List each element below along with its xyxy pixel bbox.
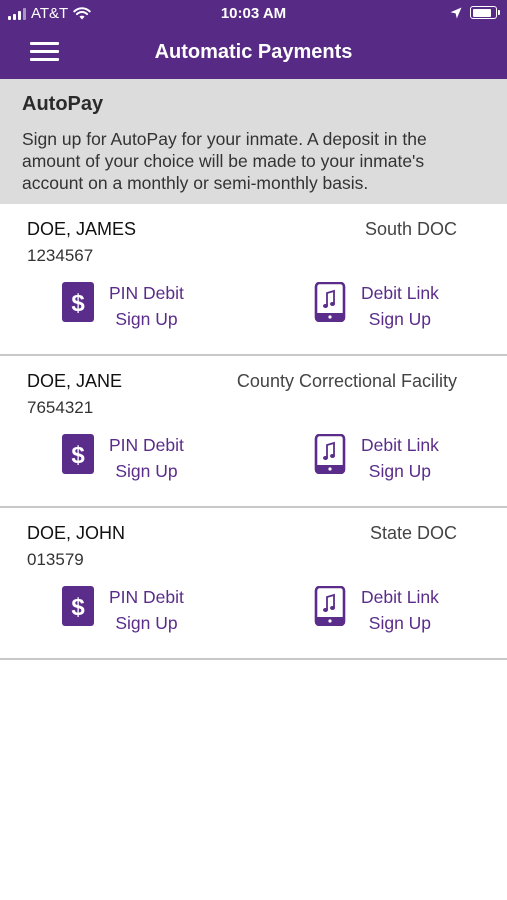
- inmate-card: DOE, JOHN State DOC 013579 $ PIN Debit S…: [0, 508, 507, 660]
- pin-debit-signup-button[interactable]: $ PIN Debit Sign Up: [62, 584, 202, 633]
- svg-text:$: $: [71, 442, 85, 469]
- phone-music-icon: [314, 586, 346, 626]
- dollar-badge-icon: $: [62, 434, 94, 474]
- pin-debit-signup-button[interactable]: $ PIN Debit Sign Up: [62, 432, 202, 481]
- dollar-badge-icon: $: [62, 282, 94, 322]
- status-bar: AT&T 10:03 AM: [0, 0, 507, 28]
- autopay-intro: AutoPay Sign up for AutoPay for your inm…: [0, 79, 507, 204]
- pin-debit-signup-button[interactable]: $ PIN Debit Sign Up: [62, 280, 202, 329]
- status-right: [450, 6, 500, 19]
- inmate-id: 7654321: [27, 398, 94, 417]
- battery-icon: [470, 6, 500, 19]
- inmate-name: DOE, JAMES: [27, 219, 137, 239]
- inmate-card: DOE, JAMES South DOC 1234567 $ PIN Debit…: [0, 204, 507, 356]
- inmate-id: 1234567: [27, 246, 94, 265]
- svg-text:$: $: [71, 290, 85, 317]
- facility-name: State DOC: [369, 523, 457, 543]
- inmate-card: DOE, JANE County Correctional Facility 7…: [0, 356, 507, 508]
- section-title: AutoPay: [22, 93, 104, 115]
- facility-name: County Correctional Facility: [236, 371, 457, 391]
- location-arrow-icon: [450, 7, 462, 18]
- pin-debit-label: PIN Debit Sign Up: [109, 587, 184, 633]
- debit-link-signup-button[interactable]: Debit Link Sign Up: [314, 280, 454, 329]
- app-header: Automatic Payments: [0, 28, 507, 79]
- debit-link-label: Debit Link Sign Up: [361, 283, 439, 329]
- svg-text:$: $: [71, 594, 85, 621]
- phone-music-icon: [314, 434, 346, 474]
- section-description: Sign up for AutoPay for your inmate. A d…: [22, 129, 427, 193]
- inmate-id: 013579: [27, 550, 84, 569]
- inmate-name: DOE, JANE: [27, 371, 123, 391]
- debit-link-signup-button[interactable]: Debit Link Sign Up: [314, 432, 454, 481]
- debit-link-label: Debit Link Sign Up: [361, 435, 439, 481]
- pin-debit-label: PIN Debit Sign Up: [109, 435, 184, 481]
- status-time: 10:03 AM: [220, 5, 287, 22]
- page-title: Automatic Payments: [154, 41, 353, 63]
- phone-music-icon: [314, 282, 346, 322]
- debit-link-signup-button[interactable]: Debit Link Sign Up: [314, 584, 454, 633]
- pin-debit-label: PIN Debit Sign Up: [109, 283, 184, 329]
- debit-link-label: Debit Link Sign Up: [361, 587, 439, 633]
- inmate-name: DOE, JOHN: [27, 523, 126, 543]
- facility-name: South DOC: [364, 219, 457, 239]
- dollar-badge-icon: $: [62, 586, 94, 626]
